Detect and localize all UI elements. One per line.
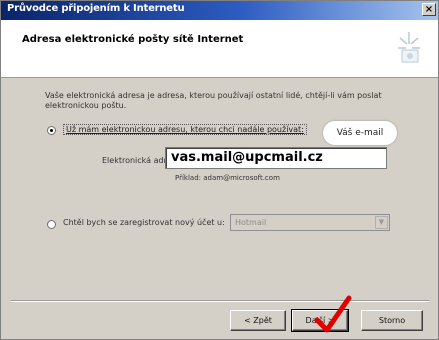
cancel-button[interactable]: Storno bbox=[361, 310, 423, 331]
close-icon[interactable]: × bbox=[422, 3, 436, 16]
wizard-body: Vaše elektronická adresa je adresa, kter… bbox=[1, 78, 438, 308]
checkmark-icon bbox=[314, 295, 352, 333]
wizard-window: Průvodce připojením k Internetu × Adresa… bbox=[0, 0, 439, 340]
existing-address-radio[interactable] bbox=[47, 126, 56, 135]
back-button[interactable]: < Zpět bbox=[230, 310, 286, 331]
wizard-header: Adresa elektronické pošty sítě Internet bbox=[1, 20, 438, 78]
checkmark-stroke bbox=[314, 295, 352, 333]
existing-address-label[interactable]: Už mám elektronickou adresu, kterou chci… bbox=[63, 124, 307, 135]
page-title: Adresa elektronické pošty sítě Internet bbox=[22, 34, 244, 45]
footer-divider bbox=[11, 300, 429, 302]
example-text: Příklad: adam@microsoft.com bbox=[175, 174, 280, 182]
internet-wizard-icon bbox=[398, 32, 420, 63]
description-text: Vaše elektronická adresa je adresa, kter… bbox=[45, 91, 382, 110]
provider-select-value: Hotmail bbox=[235, 218, 267, 227]
email-field[interactable]: vas.mail@upcmail.cz bbox=[165, 147, 387, 169]
window-title: Průvodce připojením k Internetu bbox=[7, 3, 185, 14]
provider-select[interactable]: Hotmail ▼ bbox=[230, 214, 390, 231]
new-account-label[interactable]: Chtěl bych se zaregistrovat nový účet u: bbox=[63, 218, 225, 227]
new-account-radio[interactable] bbox=[47, 220, 56, 229]
email-callout: Váš e-mail bbox=[323, 121, 397, 145]
chevron-down-icon[interactable]: ▼ bbox=[375, 216, 388, 229]
title-bar[interactable]: Průvodce připojením k Internetu × bbox=[1, 1, 438, 20]
